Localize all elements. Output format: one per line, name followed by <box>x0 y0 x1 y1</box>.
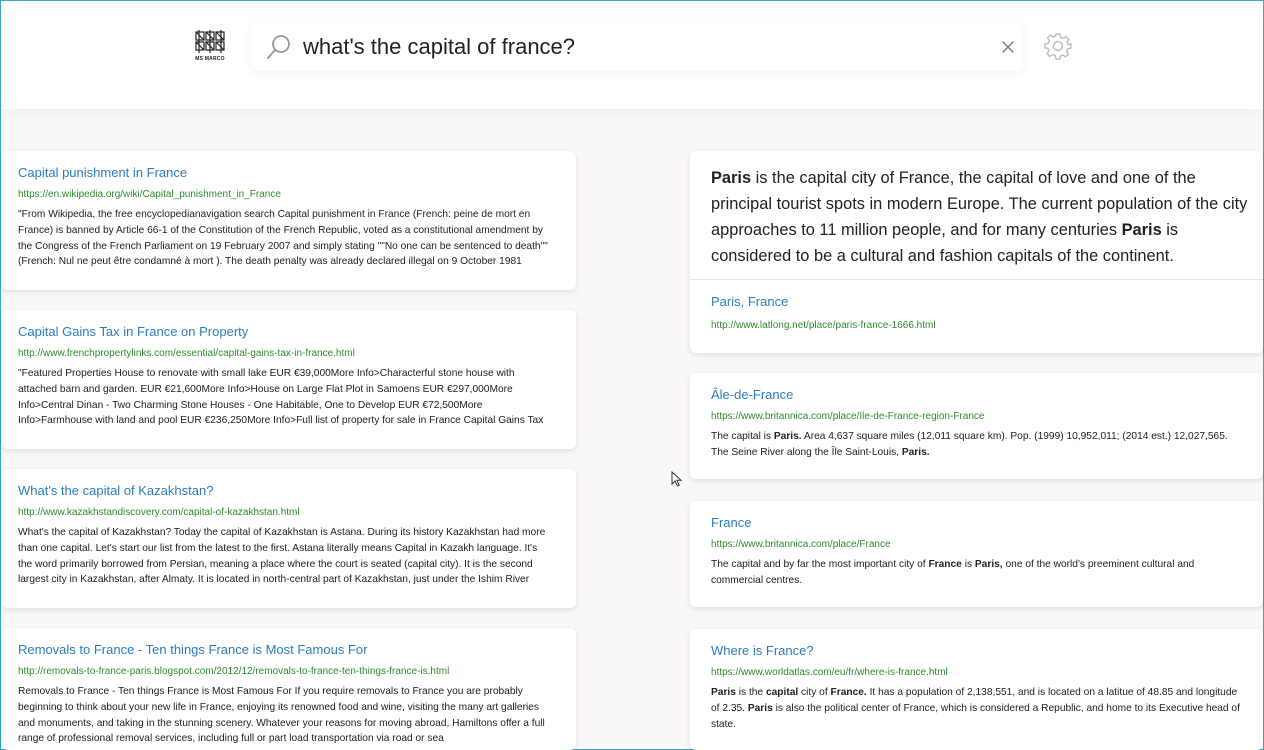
answer-bold: Paris <box>711 169 752 187</box>
answer-text: Paris is the capital city of France, the… <box>711 165 1251 269</box>
result-snippet: "Featured Properties House to renovate w… <box>18 368 544 427</box>
result-card: Capital punishment in France https://en.… <box>2 151 576 290</box>
answer-source-title[interactable]: Paris, France <box>711 294 788 310</box>
logo-text: MS MARCO <box>195 56 225 62</box>
result-url: http://www.kazakhstandiscovery.com/capit… <box>18 507 300 518</box>
snippet-bold: Paris <box>747 702 773 714</box>
header-bar: MS MARCO <box>1 1 1263 109</box>
result-url: https://en.wikipedia.org/wiki/Capital_pu… <box>18 189 281 200</box>
snippet-span: is the <box>735 687 766 698</box>
snippet-bold: France. <box>830 687 867 698</box>
search-input[interactable] <box>303 29 983 65</box>
snippet-span: The capital is <box>711 431 774 442</box>
result-title[interactable]: Where is France? <box>711 643 1241 659</box>
result-title[interactable]: France <box>711 515 1241 531</box>
result-title[interactable]: Removals to France - Ten things France i… <box>18 642 554 658</box>
answer-bold: Paris <box>1121 221 1162 239</box>
close-icon[interactable] <box>999 38 1017 56</box>
snippet-span: is also the political center of France, … <box>711 702 1240 730</box>
answer-divider <box>690 279 1263 280</box>
result-title[interactable]: What's the capital of Kazakhstan? <box>18 483 554 499</box>
snippet-span: city of <box>798 687 831 698</box>
result-snippet: What's the capital of Kazakhstan? Today … <box>18 527 546 586</box>
result-url: https://www.britannica.com/place/France <box>711 539 891 550</box>
result-url: https://www.worldatlas.com/eu/fr/where-i… <box>711 667 948 678</box>
result-snippet: Removals to France - Ten things France i… <box>18 686 545 745</box>
ms-marco-logo[interactable]: MS MARCO <box>192 29 228 65</box>
result-card: Capital Gains Tax in France on Property … <box>2 310 576 449</box>
snippet-bold: Paris, <box>974 559 1003 570</box>
result-card: Ȃle-de-France https://www.britannica.com… <box>690 373 1263 479</box>
result-snippet: The capital is Paris. Area 4,637 square … <box>711 429 1241 461</box>
result-snippet: "From Wikipedia, the free encyclopediana… <box>18 209 548 268</box>
result-title[interactable]: Capital punishment in France <box>18 165 554 181</box>
result-snippet: Paris is the capital city of France. It … <box>711 685 1241 732</box>
result-card: Removals to France - Ten things France i… <box>2 628 576 750</box>
search-icon[interactable] <box>265 33 293 61</box>
snippet-bold: Paris. <box>773 431 802 442</box>
result-card: Where is France? https://www.worldatlas.… <box>690 629 1263 750</box>
result-snippet: The capital and by far the most importan… <box>711 557 1241 589</box>
search-box[interactable] <box>251 23 1023 71</box>
mouse-pointer-icon <box>671 471 682 487</box>
gear-icon[interactable] <box>1043 31 1073 61</box>
ms-marco-logo-icon <box>195 30 225 53</box>
result-card: France https://www.britannica.com/place/… <box>690 501 1263 607</box>
answer-card: Paris is the capital city of France, the… <box>690 151 1263 353</box>
snippet-span: The capital and by far the most importan… <box>711 559 929 570</box>
result-card: What's the capital of Kazakhstan? http:/… <box>2 469 576 608</box>
snippet-bold: France <box>928 559 962 570</box>
result-url: https://www.britannica.com/place/Ile-de-… <box>711 411 985 422</box>
snippet-span: is <box>961 559 975 570</box>
snippet-bold: Paris <box>711 687 736 698</box>
result-title[interactable]: Capital Gains Tax in France on Property <box>18 324 554 340</box>
answer-source-url: http://www.latlong.net/place/paris-franc… <box>711 320 936 331</box>
snippet-bold: capital <box>765 687 799 698</box>
snippet-bold: Paris. <box>901 446 930 458</box>
result-title[interactable]: Ȃle-de-France <box>711 387 1241 403</box>
result-url: http://removals-to-france-paris.blogspot… <box>18 666 450 677</box>
result-url: http://www.frenchpropertylinks.com/essen… <box>18 348 355 359</box>
